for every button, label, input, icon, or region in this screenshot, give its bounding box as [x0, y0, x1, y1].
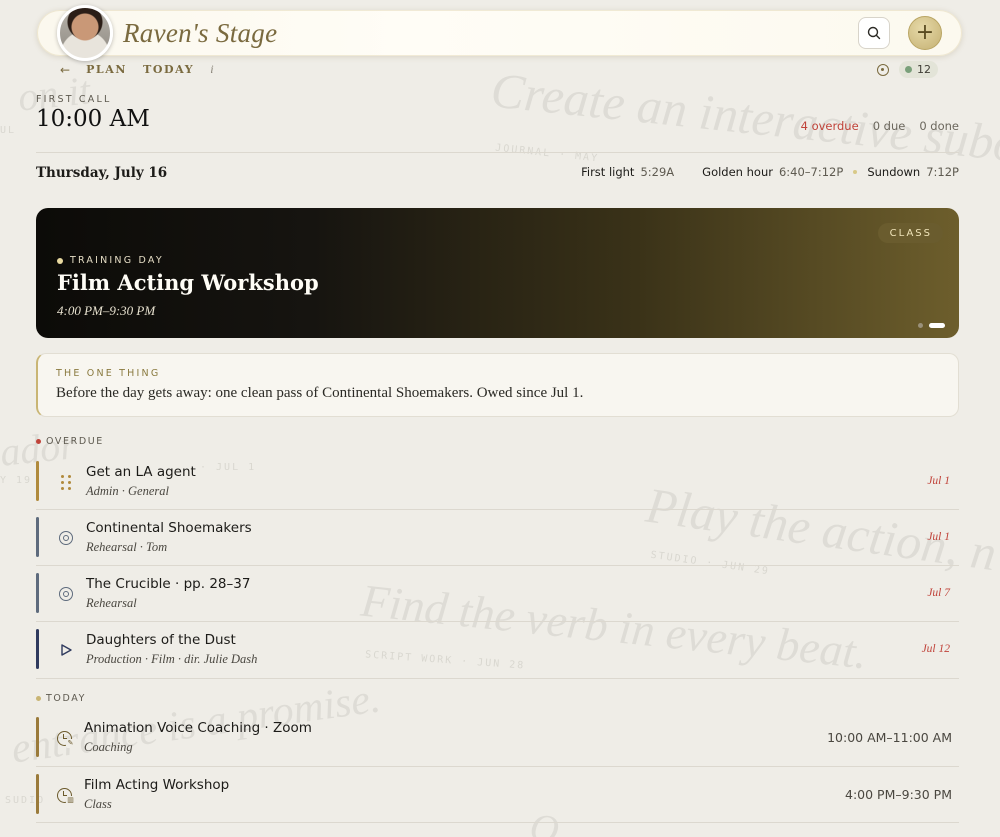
play-icon	[58, 642, 74, 658]
target-icon[interactable]	[877, 63, 889, 76]
first-call-label: FIRST CALL	[36, 94, 112, 105]
sub-nav: ← PLAN TODAY i	[60, 62, 214, 77]
task-due-date: Jul 12	[921, 643, 950, 655]
one-thing-label: THE ONE THING	[56, 368, 161, 379]
carousel-dot-active[interactable]	[929, 323, 945, 328]
featured-event-card[interactable]: CLASS TRAINING DAY Film Acting Workshop …	[36, 208, 959, 338]
nav-today[interactable]: TODAY	[143, 63, 194, 76]
streak-count: 12	[917, 63, 931, 76]
category-bar	[36, 517, 39, 557]
event-row-meta: Class	[84, 797, 112, 811]
done-count[interactable]: 0 done	[919, 119, 959, 133]
target-ring-icon	[58, 586, 74, 602]
clock-icon: ✎	[56, 730, 75, 748]
carousel-dot[interactable]	[918, 323, 923, 328]
row-divider	[36, 565, 959, 566]
task-summary: 4 overdue 0 due 0 done	[801, 119, 959, 133]
clock-icon: ▥	[56, 787, 75, 805]
status-indicators: 12	[877, 61, 938, 78]
task-meta: Rehearsal	[86, 596, 137, 610]
sundown: Sundown 7:12P	[867, 165, 959, 179]
separator-dot	[853, 170, 858, 174]
event-row-meta: Coaching	[84, 740, 133, 754]
task-title: Daughters of the Dust	[86, 632, 236, 648]
back-arrow-icon[interactable]: ←	[60, 63, 70, 77]
current-date: Thursday, July 16	[36, 165, 168, 181]
golden-hour: Golden hour 6:40–7:12P	[702, 165, 844, 179]
today-section-label: TODAY	[36, 693, 86, 704]
light-times: First light 5:29A Golden hour 6:40–7:12P S…	[581, 165, 959, 179]
streak-badge[interactable]: 12	[899, 61, 938, 78]
event-row-title: Film Acting Workshop	[84, 777, 230, 793]
row-divider	[36, 621, 959, 622]
search-button[interactable]	[858, 17, 890, 49]
one-thing-card[interactable]: THE ONE THING Before the day gets away: …	[36, 353, 959, 417]
row-divider	[36, 766, 959, 767]
status-dot-icon	[905, 66, 912, 73]
event-row-title: Animation Voice Coaching · Zoom	[84, 720, 312, 736]
task-row[interactable]: Daughters of the Dust Production · Film …	[36, 629, 959, 685]
task-meta: Production · Film · dir. Julie Dash	[86, 652, 258, 666]
divider	[36, 152, 959, 153]
event-type-badge: CLASS	[877, 223, 943, 243]
task-due-date: Jul 1	[927, 475, 950, 487]
task-title: Continental Shoemakers	[86, 520, 252, 536]
task-meta: Admin · General	[86, 484, 169, 498]
avatar[interactable]	[57, 5, 113, 61]
row-divider	[36, 822, 959, 823]
task-due-date: Jul 7	[927, 587, 950, 599]
overdue-count[interactable]: 4 overdue	[801, 119, 859, 133]
row-divider	[36, 678, 959, 679]
carousel-dots	[918, 323, 945, 328]
nav-plan[interactable]: PLAN	[86, 63, 127, 76]
pencil-icon: ✎	[66, 739, 75, 748]
app-title: Raven's Stage	[123, 18, 278, 48]
category-bar	[36, 573, 39, 613]
book-icon: ▥	[66, 796, 75, 805]
target-ring-icon	[58, 530, 74, 546]
first-call-time: 10:00 AM	[36, 106, 150, 132]
task-due-date: Jul 1	[927, 531, 950, 543]
task-meta: Rehearsal · Tom	[86, 540, 168, 554]
due-count[interactable]: 0 due	[873, 119, 906, 133]
drag-handle-icon[interactable]	[58, 474, 74, 490]
event-row-time: 10:00 AM–11:00 AM	[827, 730, 952, 745]
event-title: Film Acting Workshop	[57, 270, 319, 295]
category-bar	[36, 774, 39, 814]
event-kicker: TRAINING DAY	[57, 255, 164, 266]
top-bar: Raven's Stage +	[37, 5, 962, 61]
row-divider	[36, 509, 959, 510]
overdue-section-label: OVERDUE	[36, 436, 104, 447]
category-bar	[36, 717, 39, 757]
overdue-dot-icon	[36, 439, 41, 444]
task-title: Get an LA agent	[86, 464, 196, 480]
event-time: 4:00 PM–9:30 PM	[57, 303, 156, 318]
today-dot-icon	[36, 696, 41, 701]
event-row-time: 4:00 PM–9:30 PM	[845, 787, 952, 802]
event-row[interactable]: ✎ Animation Voice Coaching · Zoom Coachi…	[36, 717, 959, 773]
kicker-dot-icon	[57, 257, 63, 264]
info-icon[interactable]: i	[210, 62, 213, 77]
first-light: First light 5:29A	[581, 165, 675, 179]
task-title: The Crucible · pp. 28–37	[86, 576, 251, 592]
category-bar	[36, 461, 39, 501]
add-button[interactable]: +	[908, 16, 942, 50]
category-bar	[36, 629, 39, 669]
search-icon	[867, 26, 881, 40]
one-thing-text: Before the day gets away: one clean pass…	[56, 385, 584, 401]
plus-icon: +	[915, 20, 935, 45]
